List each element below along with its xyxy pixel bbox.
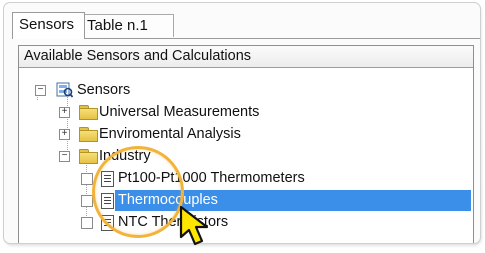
folder-icon [79,149,98,164]
sensors-icon [56,82,74,98]
tab-table-n1[interactable]: Table n.1 [80,14,174,37]
expand-toggle[interactable]: + [59,129,70,140]
tab-sensors[interactable]: Sensors [12,12,85,39]
mouse-pointer-icon [178,204,220,253]
tree-item-label: Universal Measurements [99,104,260,120]
folder-icon [79,105,98,120]
item-checkbox[interactable] [81,217,93,229]
folder-icon [79,127,98,142]
tree-item-thermocouples[interactable]: Thermocouples [19,190,473,212]
focus-ring [92,146,184,238]
tree-item-sensors[interactable]: − Sensors [19,80,473,102]
tree-item-enviromental-analysis[interactable]: + Enviromental Analysis [19,124,473,146]
tree-item-universal-measurements[interactable]: + Universal Measurements [19,102,473,124]
sensor-tree-panel: Available Sensors and Calculations − Sen… [18,45,474,243]
tree-item-ntc-thermistors[interactable]: NTC Thermistors [19,212,473,234]
collapse-toggle[interactable]: − [35,85,46,96]
sensors-panel: Sensors Table n.1 Available Sensors and … [3,2,481,244]
tree-item-label: Sensors [77,82,131,98]
expand-toggle[interactable]: + [59,107,70,118]
tree-item-label: Enviromental Analysis [99,126,241,142]
collapse-toggle[interactable]: − [59,151,70,162]
tree-item-industry[interactable]: − Industry [19,146,473,168]
item-checkbox[interactable] [81,173,93,185]
tree-item-pt100-pt1000[interactable]: Pt100-Pt1000 Thermometers [19,168,473,190]
item-checkbox[interactable] [81,195,93,207]
group-title: Available Sensors and Calculations [19,46,473,68]
